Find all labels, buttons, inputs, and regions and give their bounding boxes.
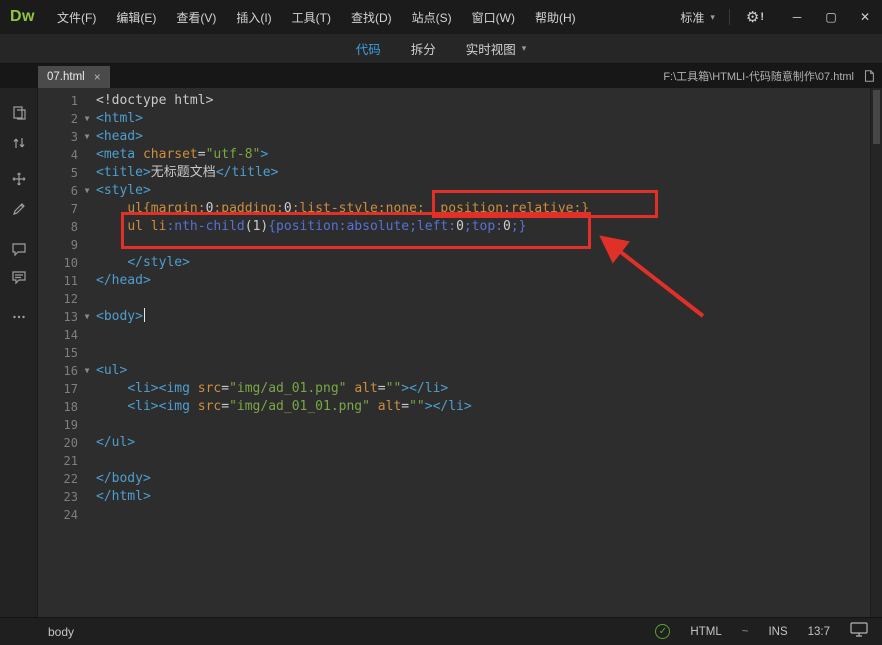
code-line: 12 [38, 290, 882, 308]
code-line: 2▼<html> [38, 110, 882, 128]
tab-label: 07.html [47, 71, 85, 83]
code-line: 9 [38, 236, 882, 254]
menu-help[interactable]: 帮助(H) [525, 0, 586, 34]
file-path: F:\工具箱\HTMLI-代码随意制作\07.html [663, 68, 860, 84]
code-line: 13▼<body> [38, 308, 882, 326]
tab-close-icon[interactable]: × [94, 71, 101, 83]
document-icon[interactable] [860, 67, 878, 85]
tab-07-html[interactable]: 07.html × [38, 66, 110, 88]
menu-site[interactable]: 站点(S) [402, 0, 462, 34]
divider: ~ [742, 626, 749, 638]
menu-find[interactable]: 查找(D) [341, 0, 402, 34]
document-tab-bar: 07.html × F:\工具箱\HTMLI-代码随意制作\07.html [0, 64, 882, 88]
code-line: 7 ul{margin:0;padding:0;list-style:none;… [38, 200, 882, 218]
snippet-comment-icon[interactable] [10, 268, 28, 286]
text-cursor [144, 308, 145, 322]
tab-split-view[interactable]: 拆分 [411, 39, 436, 58]
vertical-scrollbar[interactable] [870, 88, 882, 617]
more-options-icon[interactable] [10, 308, 28, 326]
no-errors-check-icon: ✓ [655, 624, 670, 639]
maximize-button[interactable]: ▢ [814, 0, 848, 34]
code-line: 14 [38, 326, 882, 344]
code-line: 16▼<ul> [38, 362, 882, 380]
code-line: 4<meta charset="utf-8"> [38, 146, 882, 164]
code-line: 21 [38, 452, 882, 470]
cursor-position-label: 13:7 [808, 626, 830, 638]
tab-code-view[interactable]: 代码 [356, 39, 381, 58]
code-line: 10 </style> [38, 254, 882, 272]
workspace-switcher[interactable]: 标准 ▾ [666, 0, 729, 34]
code-line: 6▼<style> [38, 182, 882, 200]
sort-arrows-icon[interactable] [10, 134, 28, 152]
format-brush-icon[interactable] [10, 200, 28, 218]
comment-icon[interactable] [10, 240, 28, 258]
code-line: 1<!doctype html> [38, 92, 882, 110]
chevron-down-icon: ▾ [710, 12, 715, 23]
settings-gear-icon[interactable]: ⚙ ! [730, 0, 780, 34]
app-logo: Dw [0, 8, 47, 26]
move-crosshair-icon[interactable] [10, 170, 28, 188]
menu-edit[interactable]: 编辑(E) [106, 0, 166, 34]
code-line: 23</html> [38, 488, 882, 506]
code-line: 17 <li><img src="img/ad_01.png" alt=""><… [38, 380, 882, 398]
menu-insert[interactable]: 插入(I) [226, 0, 281, 34]
menu-view[interactable]: 查看(V) [166, 0, 226, 34]
code-line: 11</head> [38, 272, 882, 290]
code-line: 5<title>无标题文档</title> [38, 164, 882, 182]
menu-bar: Dw 文件(F) 编辑(E) 查看(V) 插入(I) 工具(T) 查找(D) 站… [0, 0, 882, 34]
menu-window[interactable]: 窗口(W) [462, 0, 525, 34]
tab-live-view[interactable]: 实时视图 ▾ [466, 39, 527, 58]
chevron-down-icon: ▾ [522, 43, 527, 54]
code-line: 15 [38, 344, 882, 362]
alert-badge: ! [760, 11, 764, 23]
menu-file[interactable]: 文件(F) [47, 0, 106, 34]
code-line: 20</ul> [38, 434, 882, 452]
code-lines: 1<!doctype html>2▼<html>3▼<head>4<meta c… [38, 92, 882, 524]
menu-tools[interactable]: 工具(T) [282, 0, 341, 34]
open-documents-icon[interactable] [10, 104, 28, 122]
code-line: 3▼<head> [38, 128, 882, 146]
code-line: 24 [38, 506, 882, 524]
view-mode-bar: 代码 拆分 实时视图 ▾ [0, 34, 882, 64]
code-line: 19 [38, 416, 882, 434]
close-button[interactable]: ✕ [848, 0, 882, 34]
tag-selector-body[interactable]: body [48, 625, 74, 639]
code-line: 8 ul li:nth-child(1){position:absolute;l… [38, 218, 882, 236]
status-bar: body ✓ HTML ~ INS 13:7 [0, 617, 882, 645]
doc-type-label: HTML [690, 626, 721, 638]
workspace-label: 标准 [680, 9, 704, 26]
code-editor[interactable]: 1<!doctype html>2▼<html>3▼<head>4<meta c… [38, 88, 882, 617]
code-line: 22</body> [38, 470, 882, 488]
dreamweaver-window: Dw 文件(F) 编辑(E) 查看(V) 插入(I) 工具(T) 查找(D) 站… [0, 0, 882, 645]
scrollbar-thumb[interactable] [873, 90, 880, 144]
real-time-preview-icon[interactable] [850, 622, 868, 642]
main-area: 1<!doctype html>2▼<html>3▼<head>4<meta c… [0, 88, 882, 617]
coding-toolbar [0, 88, 38, 617]
insert-mode-label: INS [768, 626, 787, 638]
minimize-button[interactable]: ─ [780, 0, 814, 34]
code-line: 18 <li><img src="img/ad_01_01.png" alt="… [38, 398, 882, 416]
